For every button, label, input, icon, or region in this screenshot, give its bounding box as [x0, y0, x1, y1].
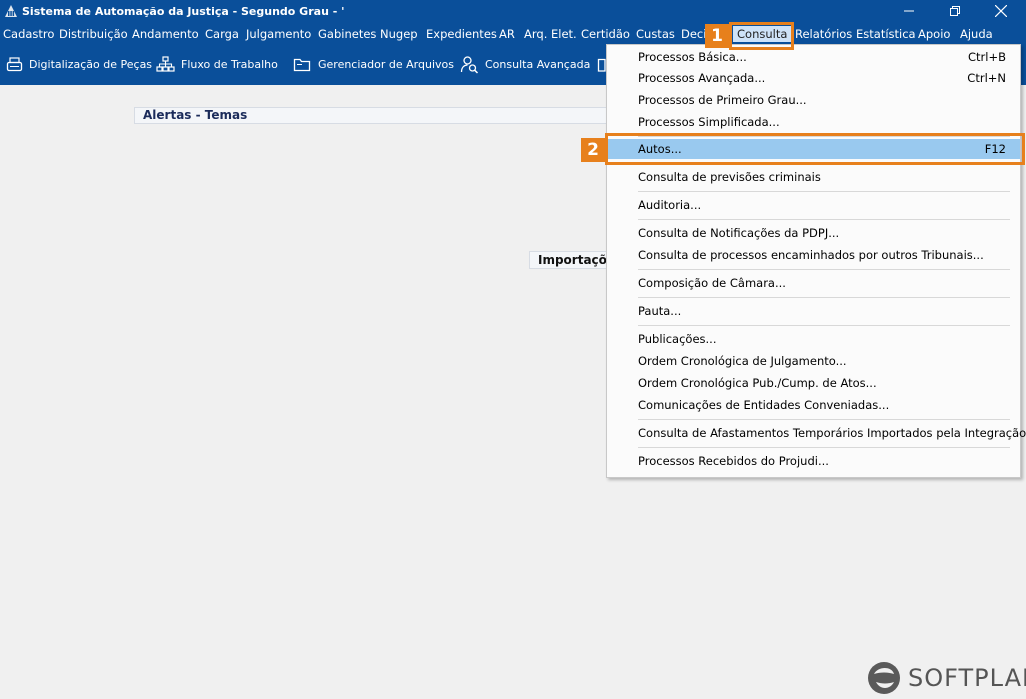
alerts-panel-title: Alertas - Temas — [134, 107, 614, 124]
menu-separator — [638, 447, 1010, 448]
menu-item-processos-projudi[interactable]: Processos Recebidos do Projudi... — [607, 451, 1020, 471]
menu-apoio[interactable]: Apoio — [918, 26, 950, 42]
consulta-avancada-label: Consulta Avançada — [485, 57, 591, 71]
menu-item-previsoes-criminais[interactable]: Consulta de previsões criminais — [607, 167, 1020, 187]
menu-item-processos-basica[interactable]: Processos Básica... Ctrl+B — [607, 47, 1020, 67]
menu-item-publicacoes[interactable]: Publicações... — [607, 329, 1020, 349]
menu-relatorios[interactable]: Relatórios — [795, 26, 852, 42]
callout-box-step-1 — [729, 22, 794, 50]
menu-julgamento[interactable]: Julgamento — [246, 26, 311, 42]
restore-button[interactable] — [932, 0, 978, 22]
digitalizacao-button[interactable]: Digitalização de Peças — [6, 54, 152, 74]
menu-separator — [638, 219, 1010, 220]
menu-custas[interactable]: Custas — [636, 26, 675, 42]
scanner-icon — [6, 56, 23, 71]
menu-item-afastamentos-temporarios[interactable]: Consulta de Afastamentos Temporários Imp… — [607, 423, 1026, 443]
restore-icon — [950, 6, 960, 16]
digitalizacao-label: Digitalização de Peças — [29, 57, 153, 71]
window-title: Sistema de Automação da Justiça - Segund… — [22, 5, 345, 18]
menu-item-pauta[interactable]: Pauta... — [607, 301, 1020, 321]
menu-bar: Cadastro Distribuição Andamento Carga Ju… — [0, 24, 1026, 44]
menu-separator — [638, 325, 1010, 326]
menu-separator — [638, 191, 1010, 192]
menu-carga[interactable]: Carga — [205, 26, 239, 42]
gerenciador-arquivos-label: Gerenciador de Arquivos — [318, 57, 454, 71]
menu-andamento[interactable]: Andamento — [132, 26, 199, 42]
app-logo-icon — [5, 5, 17, 17]
menu-arq-elet[interactable]: Arq. Elet. — [524, 26, 577, 42]
menu-decisoes[interactable]: Deci — [681, 26, 706, 42]
menu-item-composicao-camara[interactable]: Composição de Câmara... — [607, 273, 1020, 293]
fluxo-trabalho-button[interactable]: Fluxo de Trabalho — [156, 54, 278, 74]
gerenciador-arquivos-button[interactable]: Gerenciador de Arquivos — [293, 54, 454, 74]
callout-number-2: 2 — [581, 138, 605, 162]
callout-box-step-2 — [605, 133, 1025, 165]
menu-item-processos-primeiro-grau[interactable]: Processos de Primeiro Grau... — [607, 90, 1020, 110]
consulta-dropdown-menu: Processos Básica... Ctrl+B Processos Ava… — [606, 44, 1026, 478]
callout-number-1: 1 — [705, 24, 729, 48]
menu-cadastro[interactable]: Cadastro — [3, 26, 54, 42]
softplan-logo-icon — [868, 662, 900, 694]
menu-item-ordem-julgamento[interactable]: Ordem Cronológica de Julgamento... — [607, 351, 1020, 371]
minimize-button[interactable] — [886, 0, 932, 22]
menu-separator — [638, 297, 1010, 298]
imports-panel-title: Importações — [529, 251, 609, 269]
menu-item-ordem-pub-cump[interactable]: Ordem Cronológica Pub./Cump. de Atos... — [607, 373, 1020, 393]
user-search-icon — [460, 55, 479, 74]
menu-item-processos-avancada[interactable]: Processos Avançada... Ctrl+N — [607, 68, 1020, 88]
menu-separator — [638, 419, 1010, 420]
menu-ajuda[interactable]: Ajuda — [960, 26, 993, 42]
menu-separator — [638, 269, 1010, 270]
title-bar: Sistema de Automação da Justiça - Segund… — [0, 0, 1026, 24]
close-icon — [995, 5, 1007, 17]
softplan-logo: SOFTPLAN — [866, 660, 1026, 696]
menu-item-processos-encaminhados[interactable]: Consulta de processos encaminhados por o… — [607, 245, 1020, 265]
softplan-wordmark: SOFTPLAN — [908, 664, 1026, 692]
fluxo-trabalho-label: Fluxo de Trabalho — [181, 57, 278, 71]
menu-item-notificacoes-pdpj[interactable]: Consulta de Notificações da PDPJ... — [607, 223, 1020, 243]
menu-item-processos-simplificada[interactable]: Processos Simplificada... — [607, 112, 1020, 132]
menu-estatistica[interactable]: Estatística — [856, 26, 916, 42]
minimize-icon — [904, 10, 914, 12]
consulta-avancada-button[interactable]: Consulta Avançada — [460, 54, 590, 74]
menu-item-comunicacoes-entidades[interactable]: Comunicações de Entidades Conveniadas... — [607, 395, 1020, 415]
close-button[interactable] — [978, 0, 1024, 22]
menu-expedientes[interactable]: Expedientes — [426, 26, 497, 42]
menu-ar[interactable]: AR — [499, 26, 515, 42]
menu-gabinetes[interactable]: Gabinetes — [318, 26, 376, 42]
workflow-icon — [156, 55, 175, 72]
menu-item-auditoria[interactable]: Auditoria... — [607, 195, 1020, 215]
menu-nugep[interactable]: Nugep — [380, 26, 418, 42]
menu-certidao[interactable]: Certidão — [581, 26, 630, 42]
folder-icon — [293, 58, 311, 71]
menu-distribuicao[interactable]: Distribuição — [59, 26, 128, 42]
